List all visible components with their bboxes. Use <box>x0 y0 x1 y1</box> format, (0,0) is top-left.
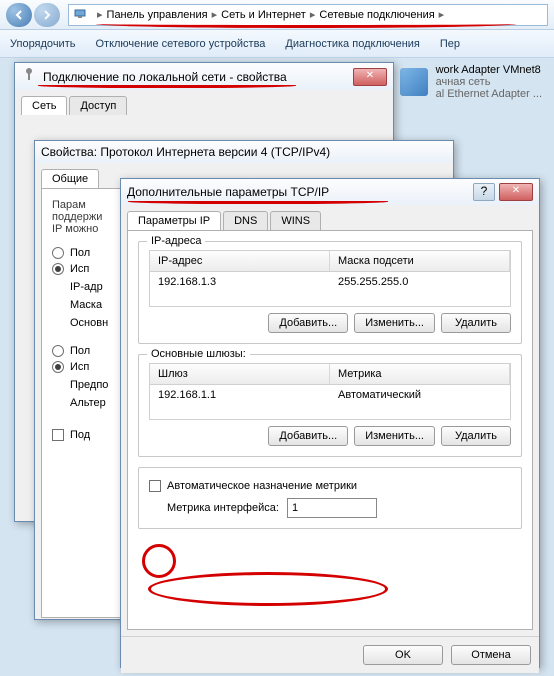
nav-back-button[interactable] <box>6 3 32 27</box>
th-gateway: Шлюз <box>150 364 330 384</box>
breadcrumb[interactable]: ▸Панель управления ▸Сеть и Интернет ▸Сет… <box>68 4 548 26</box>
add-ip-button[interactable]: Добавить... <box>268 313 348 333</box>
tab-dns[interactable]: DNS <box>223 211 268 230</box>
window-advanced-tcpip: Дополнительные параметры TCP/IP ? ✕ Пара… <box>120 178 540 668</box>
check-auto-metric[interactable]: Автоматическое назначение метрики <box>149 480 511 492</box>
interface-metric-input[interactable] <box>287 498 377 518</box>
close-button[interactable]: ✕ <box>499 183 533 201</box>
cell-ip: 192.168.1.3 <box>150 272 330 292</box>
crumb-1[interactable]: Сеть и Интернет <box>221 9 306 21</box>
ip-address-table[interactable]: IP-адрес Маска подсети 192.168.1.3 255.2… <box>149 250 511 307</box>
group-ip-label: IP-адреса <box>147 235 205 247</box>
cell-metric: Автоматический <box>330 385 510 405</box>
ok-button[interactable]: OK <box>363 645 443 665</box>
cell-mask: 255.255.255.0 <box>330 272 510 292</box>
toolbar-more[interactable]: Пер <box>440 38 460 50</box>
cell-gw: 192.168.1.1 <box>150 385 330 405</box>
toolbar-diagnose[interactable]: Диагностика подключения <box>285 38 419 50</box>
adapter-line3: al Ethernet Adapter ... <box>436 88 542 100</box>
crumb-2[interactable]: Сетевые подключения <box>319 9 434 21</box>
tab-network[interactable]: Сеть <box>21 96 67 115</box>
cancel-button[interactable]: Отмена <box>451 645 531 665</box>
delete-gw-button[interactable]: Удалить <box>441 426 511 446</box>
th-metric: Метрика <box>330 364 510 384</box>
adapter-name: work Adapter VMnet8 <box>436 64 542 76</box>
help-button[interactable]: ? <box>473 183 495 201</box>
th-ip: IP-адрес <box>150 251 330 271</box>
window1-title: Подключение по локальной сети - свойства <box>43 70 353 84</box>
group-gateways: Основные шлюзы: Шлюз Метрика 192.168.1.1… <box>138 354 522 457</box>
window3-title: Дополнительные параметры TCP/IP <box>127 185 473 199</box>
add-gw-button[interactable]: Добавить... <box>268 426 348 446</box>
adapter-icon <box>400 68 428 96</box>
edit-gw-button[interactable]: Изменить... <box>354 426 435 446</box>
tab-access[interactable]: Доступ <box>69 96 127 115</box>
adapter-line2: ачная сеть <box>436 76 542 88</box>
close-button[interactable]: ✕ <box>353 68 387 86</box>
edit-ip-button[interactable]: Изменить... <box>354 313 435 333</box>
address-bar: ▸Панель управления ▸Сеть и Интернет ▸Сет… <box>0 0 554 30</box>
group-gw-label: Основные шлюзы: <box>147 348 250 360</box>
gateway-table[interactable]: Шлюз Метрика 192.168.1.1 Автоматический <box>149 363 511 420</box>
nav-forward-button[interactable] <box>34 3 60 27</box>
adapter-item[interactable]: work Adapter VMnet8 ачная сеть al Ethern… <box>392 62 550 102</box>
toolbar-disable[interactable]: Отключение сетевого устройства <box>95 38 265 50</box>
phone-icon <box>21 67 37 86</box>
label-interface-metric: Метрика интерфейса: <box>167 502 279 514</box>
toolbar-organize[interactable]: Упорядочить <box>10 38 75 50</box>
tab-ip-settings[interactable]: Параметры IP <box>127 211 221 230</box>
network-icon <box>73 6 87 23</box>
group-metric: Автоматическое назначение метрики Метрик… <box>138 467 522 529</box>
table-row[interactable]: 192.168.1.3 255.255.255.0 <box>150 272 510 292</box>
tab-general[interactable]: Общие <box>41 169 99 188</box>
th-mask: Маска подсети <box>330 251 510 271</box>
table-row[interactable]: 192.168.1.1 Автоматический <box>150 385 510 405</box>
delete-ip-button[interactable]: Удалить <box>441 313 511 333</box>
crumb-0[interactable]: Панель управления <box>107 9 208 21</box>
toolbar: Упорядочить Отключение сетевого устройст… <box>0 30 554 58</box>
window2-title: Свойства: Протокол Интернета версии 4 (T… <box>41 145 447 159</box>
tab-wins[interactable]: WINS <box>270 211 321 230</box>
group-ip-addresses: IP-адреса IP-адрес Маска подсети 192.168… <box>138 241 522 344</box>
